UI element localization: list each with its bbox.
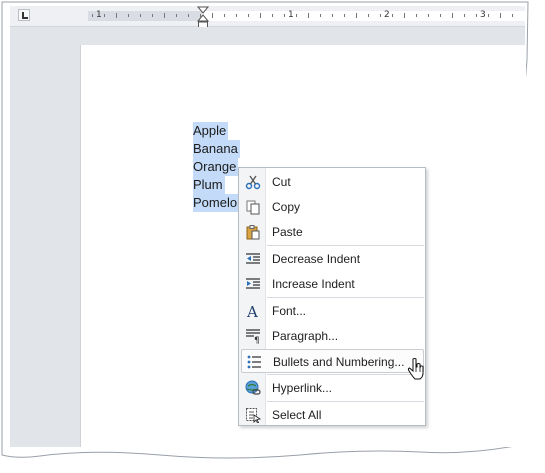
ruler-tick bbox=[320, 14, 321, 17]
ruler-tick bbox=[308, 13, 309, 18]
document-line[interactable]: Plum bbox=[193, 176, 225, 194]
menu-item-label: Cut bbox=[272, 175, 291, 189]
ruler-tick bbox=[452, 13, 453, 18]
paste-icon bbox=[246, 225, 260, 240]
menu-separator bbox=[267, 297, 424, 298]
ruler-tick bbox=[404, 13, 405, 18]
ruler-tick bbox=[236, 14, 237, 17]
ruler-tick bbox=[488, 14, 489, 17]
ruler-tick bbox=[176, 14, 177, 17]
menu-item-label: Paste bbox=[272, 225, 303, 239]
menu-item-label: Hyperlink... bbox=[272, 381, 333, 395]
ruler-tick bbox=[428, 14, 429, 17]
ruler-tick bbox=[296, 14, 297, 17]
ruler-number: 1 bbox=[96, 10, 102, 20]
decrease-indent-icon bbox=[246, 253, 260, 264]
ruler-tick bbox=[188, 14, 189, 17]
hyperlink-icon bbox=[245, 380, 261, 395]
tab-stop-selector-icon[interactable] bbox=[18, 9, 30, 21]
menu-item-label: Select All bbox=[272, 408, 322, 422]
horizontal-ruler[interactable]: 1 1 2 3 bbox=[10, 6, 525, 29]
document-line[interactable]: Banana bbox=[193, 140, 240, 158]
ruler-tick bbox=[356, 13, 357, 18]
menu-item-hyperlink[interactable]: Hyperlink... bbox=[241, 376, 424, 400]
menu-item-label: Paragraph... bbox=[272, 329, 339, 343]
menu-separator bbox=[267, 245, 424, 246]
ruler-tick bbox=[92, 14, 93, 17]
menu-item-font[interactable]: A Font... bbox=[241, 299, 424, 323]
menu-item-cut[interactable]: Cut bbox=[241, 170, 424, 194]
context-menu: Cut Copy Paste Decrease Indent Increase … bbox=[238, 167, 426, 426]
ruler-tick bbox=[380, 14, 381, 17]
menu-item-label: Copy bbox=[272, 200, 301, 214]
document-line[interactable]: Orange bbox=[193, 158, 239, 176]
menu-item-label: Increase Indent bbox=[272, 277, 355, 291]
svg-text:A: A bbox=[246, 303, 258, 319]
ruler-tick bbox=[512, 14, 513, 17]
paragraph-icon: ¶ bbox=[246, 329, 260, 344]
ruler-tick bbox=[260, 13, 261, 18]
ruler-tick bbox=[248, 14, 249, 17]
menu-separator bbox=[267, 401, 424, 402]
menu-item-bullets-and-numbering[interactable]: Bullets and Numbering... bbox=[241, 349, 424, 373]
ruler-tick bbox=[500, 13, 501, 18]
bullets-icon bbox=[247, 355, 261, 369]
menu-item-label: Decrease Indent bbox=[272, 252, 361, 266]
select-all-icon bbox=[246, 408, 261, 423]
hand-cursor-icon bbox=[407, 358, 424, 380]
menu-item-label: Font... bbox=[272, 304, 307, 318]
document-line[interactable]: Pomelo bbox=[193, 194, 240, 212]
ruler-number: 1 bbox=[288, 10, 294, 20]
ruler-tick bbox=[128, 14, 129, 17]
ruler-tick bbox=[344, 14, 345, 17]
ruler-tick bbox=[224, 14, 225, 17]
ruler-tick bbox=[392, 14, 393, 17]
ruler-tick bbox=[332, 14, 333, 17]
ruler-tick bbox=[284, 14, 285, 17]
ruler-tick bbox=[104, 14, 105, 17]
ruler-tick bbox=[440, 14, 441, 17]
document-line[interactable]: Apple bbox=[193, 122, 229, 140]
font-icon: A bbox=[246, 303, 258, 319]
menu-item-paste[interactable]: Paste bbox=[241, 220, 424, 244]
ruler-tick bbox=[464, 14, 465, 17]
menu-item-increase-indent[interactable]: Increase Indent bbox=[241, 272, 424, 296]
ruler-tick bbox=[212, 13, 213, 18]
menu-item-paragraph[interactable]: ¶ Paragraph... bbox=[241, 324, 424, 348]
ruler-number: 3 bbox=[480, 10, 486, 20]
ruler-tick bbox=[116, 13, 117, 18]
menu-separator bbox=[267, 374, 424, 375]
ruler-number: 2 bbox=[384, 10, 390, 20]
menu-item-select-all[interactable]: Select All bbox=[241, 403, 424, 427]
menu-item-decrease-indent[interactable]: Decrease Indent bbox=[241, 247, 424, 271]
svg-text:¶: ¶ bbox=[254, 336, 260, 344]
ruler-tick bbox=[368, 14, 369, 17]
ruler-tick bbox=[416, 14, 417, 17]
menu-item-copy[interactable]: Copy bbox=[241, 195, 424, 219]
ruler-tick bbox=[272, 14, 273, 17]
ruler-left-margin bbox=[88, 11, 202, 21]
scissors-icon bbox=[245, 175, 261, 190]
ruler-tick bbox=[164, 13, 165, 18]
menu-item-label: Bullets and Numbering... bbox=[273, 355, 405, 369]
ruler-tick bbox=[140, 14, 141, 17]
copy-icon bbox=[246, 200, 260, 215]
ruler-tick bbox=[152, 14, 153, 17]
ruler-tick bbox=[476, 14, 477, 17]
increase-indent-icon bbox=[246, 278, 260, 289]
